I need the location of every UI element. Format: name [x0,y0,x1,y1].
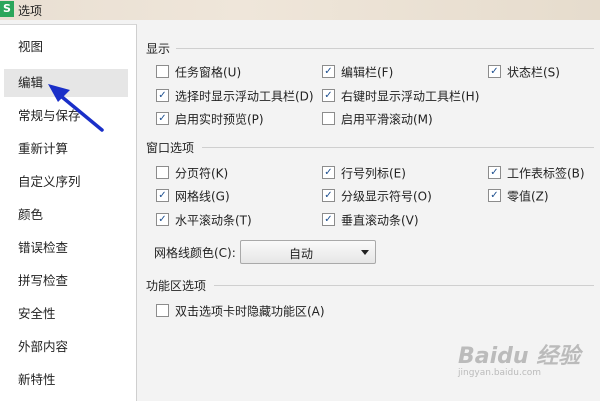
sidebar-item-security[interactable]: 安全性 [0,300,136,328]
option-sheet-tabs[interactable]: 工作表标签(B) [488,164,585,182]
option-live-preview[interactable]: 启用实时预览(P) [156,110,264,128]
option-row-col-headers[interactable]: 行号列标(E) [322,164,406,182]
option-formula-bar[interactable]: 编辑栏(F) [322,63,393,81]
option-gridlines[interactable]: 网格线(G) [156,187,230,205]
checkbox-icon[interactable] [156,304,169,317]
gridline-color-select[interactable]: 自动 [240,240,376,264]
watermark-logo: Baidu 经验 [458,344,581,369]
option-page-breaks[interactable]: 分页符(K) [156,164,228,182]
checkbox-checked-icon[interactable] [322,213,335,226]
option-zero-values[interactable]: 零值(Z) [488,187,549,205]
option-float-toolbar-on-right-click[interactable]: 右键时显示浮动工具栏(H) [322,87,479,105]
option-horizontal-scrollbar[interactable]: 水平滚动条(T) [156,211,252,229]
section-divider [176,48,594,49]
gridline-color-label: 网格线颜色(C): [154,246,236,260]
gridline-color-value: 自动 [288,247,313,261]
checkbox-checked-icon[interactable] [322,166,335,179]
section-title-ribbon: 功能区选项 [146,279,207,293]
checkbox-checked-icon[interactable] [322,89,335,102]
checkbox-checked-icon[interactable] [488,65,501,78]
option-hide-ribbon-on-double-click[interactable]: 双击选项卡时隐藏功能区(A) [156,302,325,320]
sidebar-item-recalculate[interactable]: 重新计算 [0,135,136,163]
window-title: 选项 [18,4,43,18]
section-divider [202,147,594,148]
chevron-down-icon[interactable] [361,250,369,255]
option-outline-symbols[interactable]: 分级显示符号(O) [322,187,432,205]
checkbox-checked-icon[interactable] [488,166,501,179]
option-float-toolbar-on-select[interactable]: 选择时显示浮动工具栏(D) [156,87,314,105]
option-vertical-scrollbar[interactable]: 垂直滚动条(V) [322,211,419,229]
sidebar-item-new-features[interactable]: 新特性 [0,366,136,394]
section-title-display: 显示 [146,42,171,56]
checkbox-checked-icon[interactable] [488,189,501,202]
title-bar: S 选项 [0,0,600,20]
checkbox-checked-icon[interactable] [156,189,169,202]
sidebar-item-view[interactable]: 视图 [0,33,136,61]
annotation-arrow-icon [48,84,104,132]
watermark: Baidu 经验 jingyan.baidu.com [458,338,580,378]
option-smooth-scroll[interactable]: 启用平滑滚动(M) [322,110,433,128]
sidebar-item-error-check[interactable]: 错误检查 [0,234,136,262]
checkbox-checked-icon[interactable] [322,189,335,202]
checkbox-icon[interactable] [156,65,169,78]
checkbox-icon[interactable] [156,166,169,179]
checkbox-checked-icon[interactable] [322,65,335,78]
option-status-bar[interactable]: 状态栏(S) [488,63,560,81]
checkbox-checked-icon[interactable] [156,89,169,102]
sidebar-item-colors[interactable]: 颜色 [0,201,136,229]
sidebar-item-external-content[interactable]: 外部内容 [0,333,136,361]
sidebar-item-spell-check[interactable]: 拼写检查 [0,267,136,295]
section-divider [214,285,594,286]
checkbox-icon[interactable] [322,112,335,125]
sidebar-item-custom-lists[interactable]: 自定义序列 [0,168,136,196]
checkbox-checked-icon[interactable] [156,213,169,226]
app-icon: S [0,1,14,17]
option-task-pane[interactable]: 任务窗格(U) [156,63,241,81]
checkbox-checked-icon[interactable] [156,112,169,125]
section-title-window-options: 窗口选项 [146,141,195,155]
